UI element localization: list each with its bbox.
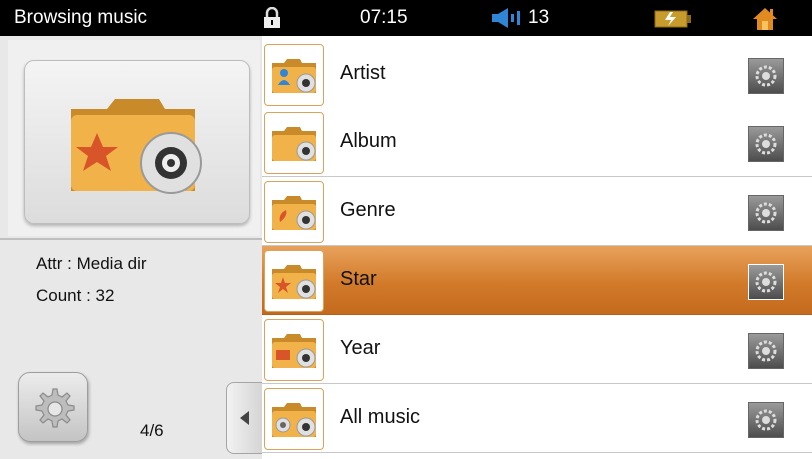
list-item-all-music[interactable]: All music (262, 384, 812, 453)
status-bar: Browsing music 07:15 13 (0, 0, 812, 36)
options-button[interactable] (748, 126, 784, 162)
list-item-label: Year (340, 337, 381, 359)
gear-icon (755, 271, 777, 293)
list-item-label: Artist (340, 62, 386, 84)
gear-icon (35, 388, 75, 428)
album-art-area (8, 40, 260, 236)
count-text: Count : 32 (36, 286, 115, 305)
genre-folder-icon (264, 181, 324, 243)
collapse-panel-button[interactable] (226, 382, 263, 454)
page-indicator: 4/6 (140, 421, 164, 440)
gear-icon (755, 133, 777, 155)
list-item-album[interactable]: Album (262, 108, 812, 177)
list-item-label: All music (340, 406, 421, 428)
list-item-genre[interactable]: Genre (262, 177, 812, 246)
list-item-label: Album (340, 130, 397, 152)
clock: 07:15 (360, 7, 408, 28)
options-button[interactable] (748, 195, 784, 231)
year-folder-icon (264, 319, 324, 381)
options-button[interactable] (748, 58, 784, 94)
options-button[interactable] (748, 264, 784, 300)
star-folder-icon (264, 250, 324, 312)
list-item-artist[interactable]: Artist (262, 40, 812, 109)
all-music-folder-icon (264, 388, 324, 450)
options-button[interactable] (748, 402, 784, 438)
page-title: Browsing music (14, 7, 148, 28)
attribute-text: Attr : Media dir (36, 254, 147, 273)
star-music-folder-icon (24, 60, 250, 224)
artist-folder-icon (264, 44, 324, 106)
battery-icon (654, 9, 692, 34)
category-list: Artist Album Genre Star Year All music (262, 36, 812, 459)
volume-level: 13 (528, 7, 550, 28)
lock-icon[interactable] (262, 6, 282, 34)
panel-divider (0, 238, 262, 240)
options-button[interactable] (748, 333, 784, 369)
list-item-label: Star (340, 268, 377, 290)
gear-icon (755, 409, 777, 431)
settings-button[interactable] (18, 372, 88, 442)
info-panel: Attr : Media dir Count : 32 4/6 (0, 36, 263, 459)
album-folder-icon (264, 112, 324, 174)
gear-icon (755, 65, 777, 87)
list-item-label: Genre (340, 199, 396, 221)
list-item-star[interactable]: Star (262, 246, 812, 315)
speaker-icon[interactable] (490, 6, 524, 35)
chevron-left-icon (240, 411, 249, 425)
list-item-year[interactable]: Year (262, 315, 812, 384)
home-icon[interactable] (752, 6, 778, 37)
gear-icon (755, 340, 777, 362)
gear-icon (755, 202, 777, 224)
